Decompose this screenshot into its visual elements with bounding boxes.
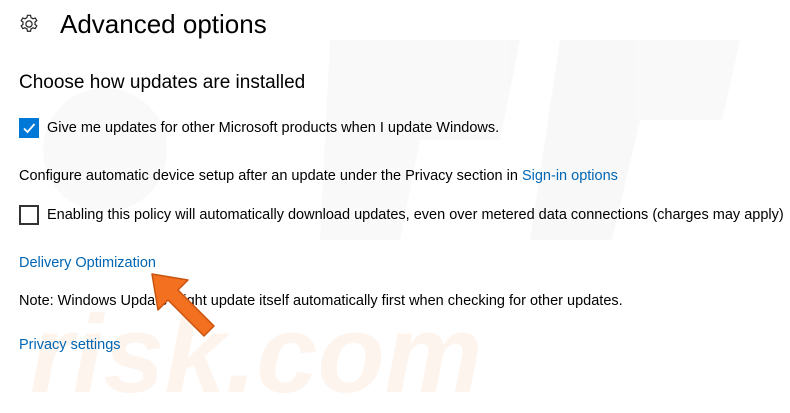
page-header: Advanced options <box>18 6 267 42</box>
gear-icon <box>18 13 40 35</box>
microsoft-products-checkbox[interactable] <box>19 118 39 138</box>
section-heading: Choose how updates are installed <box>19 72 306 93</box>
metered-download-checkbox[interactable] <box>19 205 39 225</box>
checkmark-icon <box>23 123 36 134</box>
update-note: Note: Windows Update might update itself… <box>19 293 623 309</box>
page-title: Advanced options <box>60 9 267 39</box>
privacy-settings-link[interactable]: Privacy settings <box>19 337 121 353</box>
metered-download-option[interactable]: Enabling this policy will automatically … <box>19 205 784 225</box>
device-setup-text: Configure automatic device setup after a… <box>19 168 618 184</box>
microsoft-products-option[interactable]: Give me updates for other Microsoft prod… <box>19 118 499 138</box>
metered-download-label: Enabling this policy will automatically … <box>47 207 784 223</box>
watermark-text: risk.com <box>30 293 482 413</box>
microsoft-products-label: Give me updates for other Microsoft prod… <box>47 120 500 136</box>
signin-options-link[interactable]: Sign-in options <box>522 168 618 184</box>
device-setup-description: Configure automatic device setup after a… <box>19 168 522 184</box>
delivery-optimization-link[interactable]: Delivery Optimization <box>19 255 156 271</box>
